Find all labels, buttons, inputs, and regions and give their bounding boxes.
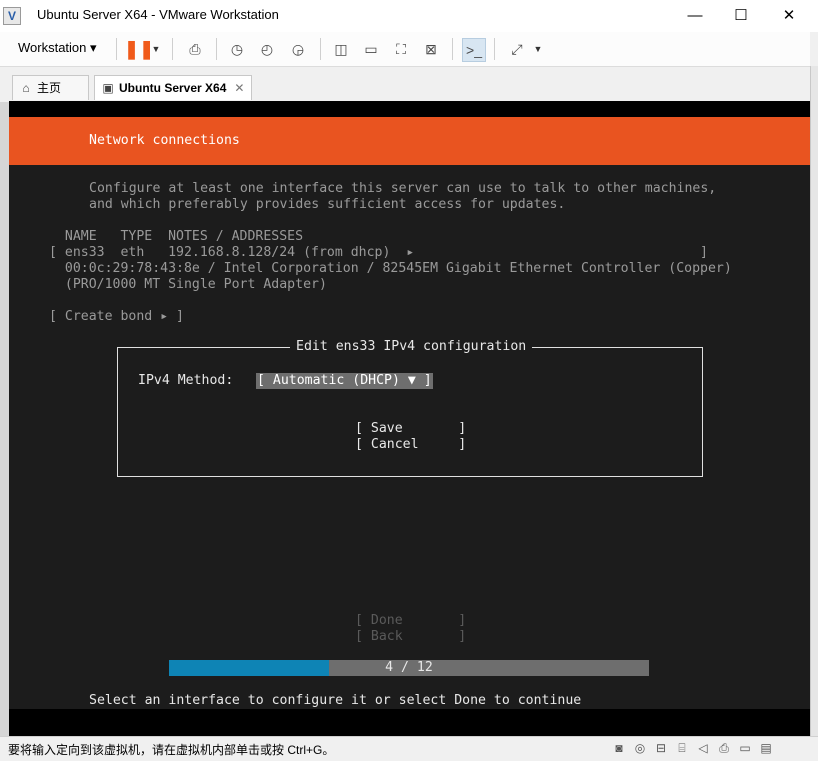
workstation-menu[interactable]: Workstation ▾ — [12, 38, 103, 58]
interface-row-mac: 00:0c:29:78:43:8e / Intel Corporation / … — [49, 261, 732, 276]
fullscreen-icon[interactable]: ⛶ — [390, 38, 412, 60]
install-progress-bar: 4 / 12 — [169, 660, 649, 676]
device-icons: ◙ ◎ ⊟ ⌸ ◁ ⎙ ▭ ▤ — [610, 740, 778, 758]
toolbar-separator — [216, 38, 217, 60]
host-background-peek — [0, 102, 9, 736]
library-view-icon[interactable]: ◫ — [330, 38, 352, 60]
console-view-icon[interactable]: >_ — [462, 38, 486, 62]
snapshot-icon[interactable]: ◷ — [226, 38, 248, 60]
window-right-edge — [810, 66, 818, 736]
status-bar: 要将输入定向到该虚拟机，请在虚拟机内部单击或按 Ctrl+G。 ◙ ◎ ⊟ ⌸ ◁ ⎙ ▭ ▤ — [0, 736, 818, 761]
vm-icon: ▣ — [102, 81, 114, 95]
toolbar-separator — [116, 38, 117, 60]
minimize-button[interactable]: — — [672, 0, 718, 32]
revert-snapshot-icon[interactable]: ◴ — [256, 38, 278, 60]
tab-home[interactable]: ⌂ 主页 — [12, 75, 89, 100]
send-keys-icon[interactable]: ⎙ — [184, 38, 206, 60]
ipv4-config-dialog: Edit ens33 IPv4 configuration IPv4 Metho… — [117, 339, 703, 477]
intro-text-line-1: Configure at least one interface this se… — [89, 181, 717, 196]
interface-row-ens33[interactable]: [ ens33 eth 192.168.8.128/24 (from dhcp)… — [49, 245, 708, 261]
status-message: 要将输入定向到该虚拟机，请在虚拟机内部单击或按 Ctrl+G。 — [8, 743, 335, 757]
sound-icon[interactable]: ◁ — [694, 741, 712, 755]
tab-home-label: 主页 — [37, 81, 62, 95]
intro-text-line-2: and which preferably provides sufficient… — [89, 197, 566, 212]
progress-label: 4 / 12 — [385, 660, 433, 675]
tab-ubuntu-server[interactable]: ▣ Ubuntu Server X64 ✕ — [94, 75, 252, 100]
pause-dropdown-icon[interactable]: ▼ — [151, 38, 161, 60]
unity-icon[interactable]: ⊠ — [420, 38, 442, 60]
toolbar-separator — [452, 38, 453, 60]
pause-icon[interactable]: ❚❚ — [124, 38, 154, 60]
footer-hint: Select an interface to configure it or s… — [89, 693, 582, 708]
vm-console[interactable]: Network connections Configure at least o… — [9, 101, 810, 736]
stretch-dropdown-icon[interactable]: ▼ — [533, 38, 543, 60]
message-icon[interactable]: ▤ — [757, 741, 775, 755]
display-icon[interactable]: ▭ — [736, 741, 754, 755]
snapshot-manager-icon[interactable]: ◶ — [287, 38, 309, 60]
tab-bar: ⌂ 主页 ▣ Ubuntu Server X64 ✕ — [0, 67, 810, 101]
single-view-icon[interactable]: ▭ — [360, 38, 382, 60]
toolbar-separator — [172, 38, 173, 60]
usb-icon[interactable]: ⌸ — [673, 741, 691, 756]
cancel-button[interactable]: [ Cancel ] — [355, 437, 466, 453]
done-button[interactable]: [ Done ] — [355, 613, 466, 629]
ipv4-method-select[interactable]: [ Automatic (DHCP) ▼ ] — [256, 373, 433, 389]
cdrom-icon[interactable]: ◎ — [631, 741, 649, 755]
tab-vm-label: Ubuntu Server X64 — [119, 81, 227, 95]
tab-close-icon[interactable]: ✕ — [234, 76, 244, 100]
network-icon[interactable]: ⊟ — [652, 741, 670, 755]
dialog-title: Edit ens33 IPv4 configuration — [290, 339, 533, 355]
hdd-icon[interactable]: ◙ — [610, 741, 628, 755]
main-toolbar: Workstation ▾ ❚❚ ▼ ⎙ ◷ ◴ ◶ ◫ ▭ ⛶ ⊠ >_ ⤢ … — [0, 32, 810, 67]
toolbar-separator — [494, 38, 495, 60]
interface-row-adapter: (PRO/1000 MT Single Port Adapter) — [49, 277, 327, 292]
stretch-icon[interactable]: ⤢ — [506, 38, 528, 60]
home-icon: ⌂ — [22, 81, 30, 95]
vmware-logo-icon: V — [3, 7, 21, 25]
interface-table-header: NAME TYPE NOTES / ADDRESSES — [49, 229, 304, 244]
maximize-button[interactable]: ☐ — [718, 0, 764, 32]
console-bottom-border — [9, 709, 810, 736]
close-button[interactable]: ✕ — [766, 0, 812, 32]
printer-icon[interactable]: ⎙ — [715, 741, 733, 756]
toolbar-separator — [320, 38, 321, 60]
ipv4-method-label: IPv4 Method: — [138, 373, 234, 388]
window-title: Ubuntu Server X64 - VMware Workstation — [37, 7, 279, 22]
create-bond-button[interactable]: [ Create bond ▸ ] — [49, 309, 184, 325]
installer-header-title: Network connections — [89, 133, 240, 148]
save-button[interactable]: [ Save ] — [355, 421, 466, 437]
console-top-border — [9, 101, 810, 117]
window-titlebar: V Ubuntu Server X64 - VMware Workstation… — [0, 0, 818, 32]
back-button[interactable]: [ Back ] — [355, 629, 466, 645]
